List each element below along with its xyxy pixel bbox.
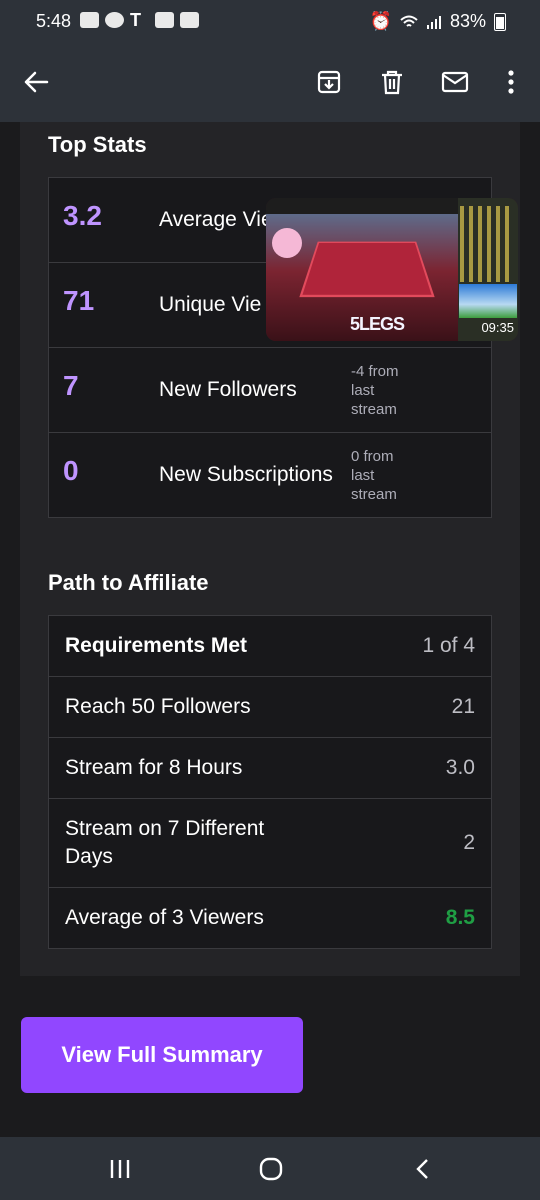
- pip-game-scene: 5LEGS: [266, 214, 458, 341]
- chevron-left-icon: [416, 1159, 428, 1179]
- requirement-row: Stream on 7 Different Days 2: [49, 799, 491, 888]
- recents-button[interactable]: [100, 1151, 140, 1187]
- requirement-row: Reach 50 Followers 21: [49, 677, 491, 738]
- requirement-row: Stream for 8 Hours 3.0: [49, 738, 491, 799]
- system-status: ⏰ 83%: [370, 11, 506, 32]
- stat-value: 7: [63, 370, 79, 401]
- system-nav-bar: [0, 1137, 540, 1200]
- requirement-label: Reach 50 Followers: [65, 695, 251, 718]
- requirement-row: Average of 3 Viewers 8.5: [49, 888, 491, 948]
- notification-icons: T: [80, 10, 199, 30]
- requirement-label: Average of 3 Viewers: [65, 906, 264, 929]
- requirement-label: Stream on 7 Different Days: [65, 817, 265, 868]
- pip-video-player[interactable]: 5LEGS 09:35: [266, 198, 518, 341]
- youtube-icon: [180, 12, 199, 28]
- status-time: 5:48: [36, 11, 72, 31]
- pip-logo-text: 5LEGS: [350, 314, 405, 334]
- pip-duration: 09:35: [481, 320, 514, 335]
- home-button[interactable]: [251, 1151, 291, 1187]
- more-vert-icon: [508, 70, 514, 94]
- archive-icon: [317, 70, 341, 94]
- stat-row: 0 New Subscriptions 0 from last stream: [49, 433, 491, 517]
- stat-label: New Subscriptions: [159, 463, 333, 486]
- affiliate-title: Path to Affiliate: [48, 570, 209, 595]
- wifi-icon: [400, 15, 418, 27]
- arrow-left-icon: [24, 71, 49, 93]
- back-nav-button[interactable]: [402, 1151, 442, 1187]
- app-icon: [105, 12, 124, 28]
- stat-value: 71: [63, 285, 95, 316]
- battery-icon: [494, 12, 506, 31]
- stat-label: New Followers: [159, 378, 297, 401]
- stat-change: -4 from last stream: [351, 363, 399, 418]
- requirement-label: Requirements Met: [65, 634, 248, 657]
- pip-chat-grid: [460, 206, 514, 282]
- archive-button[interactable]: [311, 64, 347, 100]
- pip-character-icon: [272, 228, 302, 258]
- mail-icon: [441, 71, 469, 93]
- top-stats-title: Top Stats: [48, 132, 147, 157]
- stat-row: 7 New Followers -4 from last stream: [49, 348, 491, 433]
- more-options-button[interactable]: [493, 64, 529, 100]
- trash-icon: [382, 70, 402, 95]
- view-full-summary-button[interactable]: View Full Summary: [21, 1017, 303, 1093]
- requirement-value: 3.0: [445, 756, 475, 779]
- affiliate-table: Requirements Met 1 of 4 Reach 50 Followe…: [48, 615, 492, 949]
- recents-icon: [110, 1160, 130, 1178]
- signal-icon: [426, 15, 441, 29]
- app-bar: [0, 44, 540, 122]
- status-bar: 5:48 T ⏰ 83%: [0, 0, 540, 44]
- requirement-value: 1 of 4: [422, 634, 475, 657]
- stat-value: 0: [63, 455, 79, 486]
- delete-button[interactable]: [374, 64, 410, 100]
- pip-game-board: [299, 241, 435, 298]
- requirement-label: Stream for 8 Hours: [65, 756, 243, 779]
- requirement-value: 2: [463, 831, 475, 854]
- back-button[interactable]: [18, 64, 54, 100]
- alarm-icon: ⏰: [369, 11, 392, 31]
- mark-unread-button[interactable]: [437, 64, 473, 100]
- pip-stream-header: [266, 198, 458, 214]
- stat-change: 0 from last stream: [351, 448, 397, 503]
- requirement-row: Requirements Met 1 of 4: [49, 616, 491, 677]
- youtube-icon: [80, 12, 99, 28]
- home-icon: [259, 1157, 283, 1181]
- requirement-value: 21: [451, 695, 475, 718]
- tmobile-icon: T: [130, 10, 141, 30]
- pip-thumbnail: [459, 284, 517, 318]
- image-icon: [155, 12, 174, 28]
- stat-value: 3.2: [63, 200, 102, 231]
- requirement-value: 8.5: [445, 906, 475, 929]
- battery-percent: 83%: [449, 11, 486, 31]
